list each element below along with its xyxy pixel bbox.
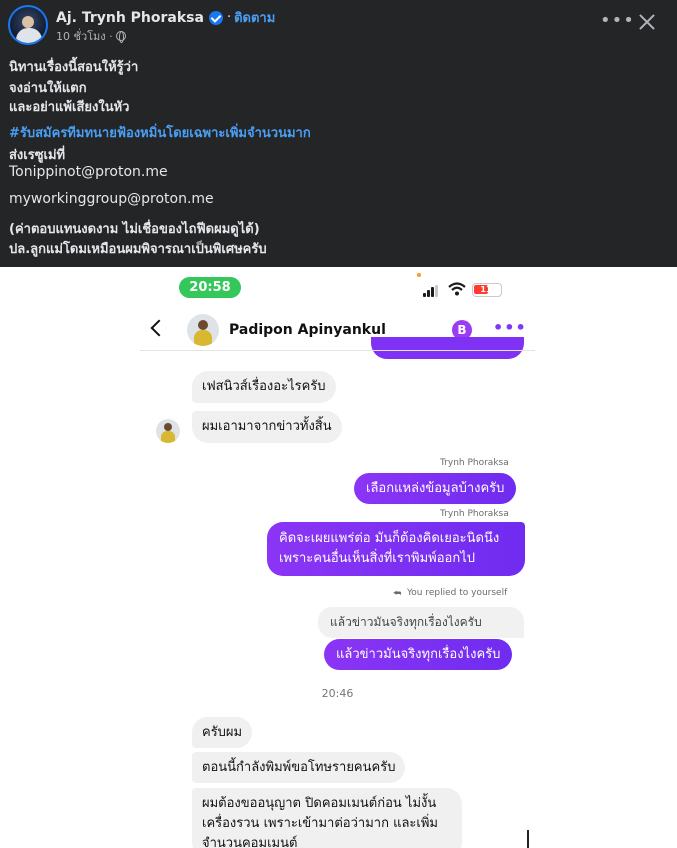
message-bubble-incoming: เฟสนิวส์เรื่องอะไรครับ bbox=[192, 371, 336, 403]
messenger-screenshot: 20:58 11 Padipon Apinyankul B ••• เฟสนิว… bbox=[140, 267, 535, 848]
header-divider bbox=[140, 350, 535, 351]
message-bubble-outgoing: เลือกแหล่งข้อมูลบ้างครับ bbox=[354, 473, 517, 504]
contact-name[interactable]: Padipon Apinyankul bbox=[229, 322, 386, 338]
message-bubble-incoming: ตอนนี้กำลังพิมพ์ขอโทษรายคนครับ bbox=[192, 752, 406, 783]
facebook-post: Aj. Trynh Phoraksa · ติดตาม 10 ชั่วโมง ·… bbox=[0, 0, 677, 267]
status-bar-time: 20:58 bbox=[179, 277, 241, 298]
scroll-indicator[interactable] bbox=[527, 830, 529, 848]
chat-more-icon[interactable]: ••• bbox=[493, 318, 527, 337]
public-globe-icon bbox=[115, 30, 126, 43]
privacy-indicator-dot bbox=[417, 273, 421, 277]
message-line: จำนวนคอมเมนต์ bbox=[202, 836, 298, 848]
hashtag-link[interactable]: #รับสมัครทีมทนายฟ้องหมิ่นโดยเฉพาะเพิ่มจำ… bbox=[9, 122, 311, 143]
post-text-line: นิทานเรื่องนี้สอนให้รู้ว่า bbox=[9, 60, 139, 75]
follow-button[interactable]: ติดตาม bbox=[234, 7, 275, 28]
post-text-line: และอย่าแพ้เสียงในหัว bbox=[9, 100, 130, 115]
message-line: เพราะคนอื่นเห็นสิ่งที่เราพิมพ์ออกไป bbox=[279, 551, 476, 566]
sender-label: Trynh Phoraksa bbox=[440, 509, 509, 519]
sender-label: Trynh Phoraksa bbox=[440, 458, 509, 468]
email-text: Tonippinot@proton.me bbox=[9, 164, 168, 180]
post-text-line: (ค่าตอบแทนงดงาม ไม่เชื่อของไถฟีดผมดูได้) bbox=[9, 222, 260, 237]
signal-icon bbox=[423, 285, 441, 297]
time-divider: 20:46 bbox=[321, 687, 354, 700]
battery-icon: 11 bbox=[472, 283, 502, 297]
message-bubble-outgoing: แล้วข่าวมันจริงทุกเรื่องไงครับ bbox=[324, 639, 513, 670]
post-text-line: ส่งเรซูเม่ที่ bbox=[9, 148, 66, 163]
post-time[interactable]: 10 ชั่วโมง · bbox=[56, 27, 113, 45]
quoted-message: แล้วข่าวมันจริงทุกเรื่องไงครับ bbox=[318, 607, 524, 638]
author-avatar[interactable] bbox=[8, 5, 48, 45]
post-author-row: Aj. Trynh Phoraksa · ติดตาม bbox=[56, 7, 275, 28]
verified-badge-icon bbox=[208, 10, 223, 25]
battery-level: 11 bbox=[480, 285, 492, 294]
message-bubble-incoming: ผมเอามาจากข่าวทั้งสิ้น bbox=[192, 411, 342, 443]
post-text-line: ปล.ลูกแม่โดมเหมือนผมพิจารณาเป็นพิเศษครับ bbox=[9, 242, 267, 257]
message-bubble-outgoing: คิดจะเผยแพร่ต่อ มันก็ต้องคิดเยอะนิดนึง เ… bbox=[267, 522, 525, 576]
more-options-icon[interactable]: ••• bbox=[600, 10, 635, 31]
message-line: ผมต้องขออนุญาต ปิดคอมเมนต์ก่อน ไม่งั้น bbox=[202, 796, 437, 811]
post-text-line: จงอ่านให้แตก bbox=[9, 81, 87, 96]
author-name[interactable]: Aj. Trynh Phoraksa bbox=[56, 10, 204, 26]
close-icon[interactable] bbox=[637, 12, 657, 32]
reply-icon: ⮪ bbox=[393, 589, 402, 599]
reply-note: You replied to yourself bbox=[407, 588, 508, 598]
name-separator: · bbox=[226, 10, 232, 25]
back-icon[interactable] bbox=[150, 319, 168, 337]
peer-avatar bbox=[156, 419, 180, 443]
email-text: myworkinggroup@proton.me bbox=[9, 191, 214, 207]
message-bubble-incoming: ครับผม bbox=[192, 717, 253, 748]
message-line: คิดจะเผยแพร่ต่อ มันก็ต้องคิดเยอะนิดนึง bbox=[279, 531, 500, 546]
message-bubble-outgoing bbox=[371, 337, 524, 359]
contact-avatar[interactable] bbox=[187, 314, 219, 346]
wifi-icon bbox=[448, 282, 466, 296]
post-meta: 10 ชั่วโมง · bbox=[56, 27, 126, 45]
message-bubble-incoming: ผมต้องขออนุญาต ปิดคอมเมนต์ก่อน ไม่งั้น เ… bbox=[192, 788, 462, 848]
message-line: เครื่องรวน เพราะเข้ามาต่อว่ามาก และเพิ่ม bbox=[202, 816, 438, 831]
